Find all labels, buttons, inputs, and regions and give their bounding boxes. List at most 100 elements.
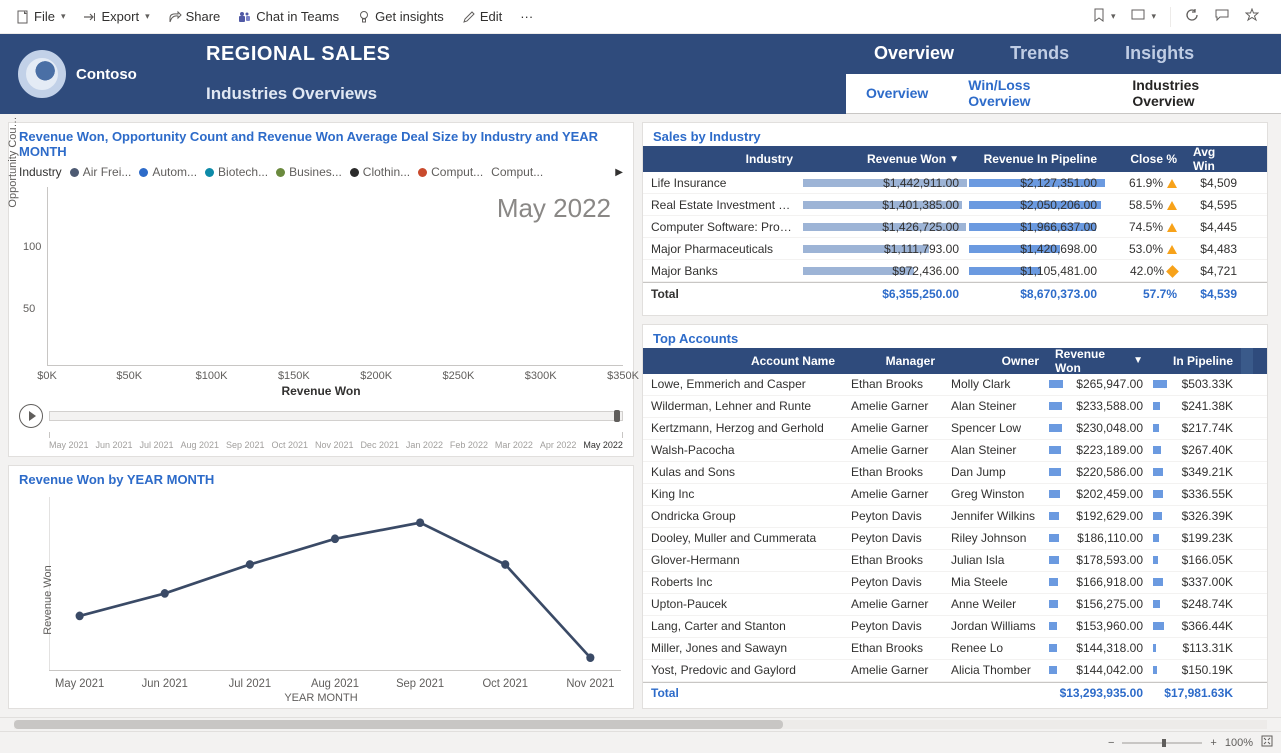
zoom-slider[interactable] [1122,742,1202,744]
scatter-watermark: May 2022 [497,193,611,224]
col-industry[interactable]: Industry [643,146,801,172]
subtab-win-loss-overview[interactable]: Win/Loss Overview [948,74,1112,114]
star-icon [1245,8,1259,25]
legend-dot [205,168,214,177]
legend-next[interactable]: ▶ [615,167,623,178]
file-icon [16,10,30,24]
subtab-overview[interactable]: Overview [846,74,948,114]
table-row[interactable]: Ondricka GroupPeyton DavisJennifer Wilki… [643,506,1267,528]
col-close[interactable]: Close % [1105,146,1185,172]
tab-overview[interactable]: Overview [846,34,982,74]
table-row[interactable]: Upton-PaucekAmelie GarnerAnne Weiler$156… [643,594,1267,616]
svg-text:Nov 2021: Nov 2021 [566,677,614,689]
page-title: REGIONAL SALES [192,34,846,74]
table-row[interactable]: Kertzmann, Herzog and GerholdAmelie Garn… [643,418,1267,440]
table-row[interactable]: Miller, Jones and SawaynEthan BrooksRene… [643,638,1267,660]
scatter-plot[interactable]: Opportunity Cou… May 2022 10050 $0K$50K$… [47,187,623,366]
accounts-body[interactable]: Lowe, Emmerich and CasperEthan BrooksMol… [643,374,1267,682]
table-row[interactable]: Major Pharmaceuticals$1,111,793.00$1,420… [643,238,1267,260]
export-icon [83,10,97,24]
zoom-out[interactable]: − [1108,737,1114,749]
more-button[interactable]: ··· [512,5,541,28]
table-row[interactable]: Roberts IncPeyton DavisMia Steele$166,91… [643,572,1267,594]
table-row[interactable]: King IncAmelie GarnerGreg Winston$202,45… [643,484,1267,506]
page-subtitle: Industries Overviews [192,74,846,114]
table-row[interactable]: Lowe, Emmerich and CasperEthan BrooksMol… [643,374,1267,396]
play-button[interactable] [19,404,43,428]
table-row[interactable]: Dooley, Muller and CummerataPeyton Davis… [643,528,1267,550]
col-pipe[interactable]: In Pipeline [1151,348,1241,374]
legend-item[interactable]: Comput... [491,165,543,179]
legend-item[interactable]: Comput... [418,165,483,179]
table-row[interactable]: Walsh-PacochaAmelie GarnerAlan Steiner$2… [643,440,1267,462]
col-owner[interactable]: Owner [943,348,1047,374]
tab-insights[interactable]: Insights [1097,34,1222,74]
table-row[interactable]: Glover-HermannEthan BrooksJulian Isla$17… [643,550,1267,572]
view-menu[interactable]: ▾ [1125,5,1162,28]
legend-item[interactable]: Air Frei... [70,165,132,179]
col-won[interactable]: Revenue Won▼ [1047,348,1151,374]
sales-body: Life Insurance$1,442,911.00$2,127,351.00… [643,172,1267,282]
line-title: Revenue Won by YEAR MONTH [9,466,633,489]
legend-item[interactable]: Biotech... [205,165,268,179]
sales-header: Industry Revenue Won▼ Revenue In Pipelin… [643,146,1267,172]
zoom-in[interactable]: + [1210,737,1216,749]
sales-title: Sales by Industry [643,123,1267,146]
trend-up-icon [1167,179,1177,188]
teams-icon [238,10,252,24]
col-account[interactable]: Account Name [643,348,843,374]
play-icon [29,411,36,421]
toolbar: File ▾ Export ▾ Share Chat in Teams Get … [0,0,1281,34]
chevron-down-icon: ▾ [1151,11,1156,22]
status-bar: − + 100% [0,731,1281,753]
share-button[interactable]: Share [160,5,229,28]
chat-button[interactable]: Chat in Teams [230,5,347,28]
line-chart[interactable]: Revenue Won $1M$2M$3M May 2021Jun 2021Ju… [49,497,621,692]
edit-label: Edit [480,9,502,24]
file-menu[interactable]: File ▾ [8,5,73,28]
chat-label: Chat in Teams [256,9,339,24]
scatter-ylabel: Opportunity Cou… [7,102,19,222]
col-avg[interactable]: Avg Win [1185,146,1245,172]
line-ylabel: Revenue Won [42,566,54,636]
sort-desc-icon: ▼ [949,154,959,165]
fit-page-icon[interactable] [1261,735,1273,750]
tab-trends[interactable]: Trends [982,34,1097,74]
table-row[interactable]: Life Insurance$1,442,911.00$2,127,351.00… [643,172,1267,194]
table-row[interactable]: Kulas and SonsEthan BrooksDan Jump$220,5… [643,462,1267,484]
scatter-xlabel: Revenue Won [9,384,633,400]
table-row[interactable]: Wilderman, Lehner and RunteAmelie Garner… [643,396,1267,418]
insights-button[interactable]: Get insights [349,5,452,28]
refresh-icon [1185,8,1199,25]
table-row[interactable]: Computer Software: Progra...$1,426,725.0… [643,216,1267,238]
table-row[interactable]: Lang, Carter and StantonPeyton DavisJord… [643,616,1267,638]
legend-dot [139,168,148,177]
scatter-title: Revenue Won, Opportunity Count and Reven… [9,123,633,161]
edit-button[interactable]: Edit [454,5,510,28]
refresh-button[interactable] [1179,4,1205,29]
favorite-button[interactable] [1239,4,1265,29]
table-row[interactable]: Major Banks$972,436.00$1,105,481.0042.0%… [643,260,1267,282]
line-xlabel: YEAR MONTH [9,692,633,708]
scatter-chart-card: Revenue Won, Opportunity Count and Reven… [8,122,634,457]
col-pipeline[interactable]: Revenue In Pipeline [967,146,1105,172]
export-menu[interactable]: Export ▾ [75,5,157,28]
legend-item[interactable]: Autom... [139,165,197,179]
scatter-legend: IndustryAir Frei...Autom...Biotech...Bus… [9,161,633,183]
legend-item[interactable]: Clothin... [350,165,410,179]
subtab-industries-overview[interactable]: Industries Overview [1112,74,1281,114]
time-slider[interactable] [49,411,623,421]
sort-desc-icon: ▼ [1133,355,1143,366]
col-manager[interactable]: Manager [843,348,943,374]
legend-item[interactable]: Busines... [276,165,342,179]
insights-label: Get insights [375,9,444,24]
bookmark-menu[interactable]: ▾ [1087,4,1122,29]
table-row[interactable]: Yost, Predovic and GaylordAmelie GarnerA… [643,660,1267,682]
comment-button[interactable] [1209,4,1235,29]
accounts-table-card: Top Accounts Account Name Manager Owner … [642,324,1268,709]
horizontal-scrollbar[interactable] [0,717,1281,731]
chevron-down-icon: ▾ [145,11,150,22]
table-row[interactable]: Real Estate Investment Trusts$1,401,385.… [643,194,1267,216]
legend-dot [418,168,427,177]
col-revenue-won[interactable]: Revenue Won▼ [801,146,967,172]
